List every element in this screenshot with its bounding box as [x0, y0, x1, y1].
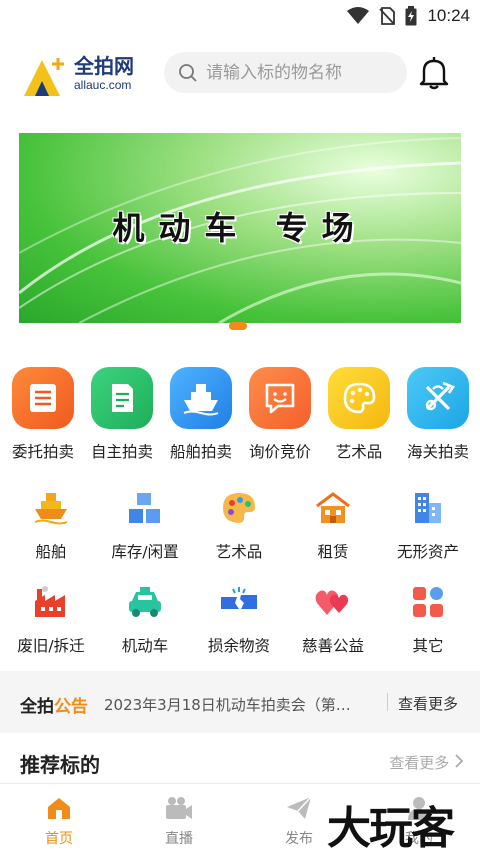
- category-self-auction[interactable]: 自主拍卖: [84, 367, 160, 462]
- tab-label: 首页: [45, 831, 73, 847]
- taxi-icon: [129, 587, 161, 617]
- palette-icon: [328, 367, 390, 429]
- bell-icon[interactable]: [418, 56, 450, 90]
- chat-smile-icon: [249, 367, 311, 429]
- customs-icon: [407, 367, 469, 429]
- banner-page-indicator: [229, 322, 247, 330]
- category-label: 损余物资: [207, 637, 270, 655]
- search-input[interactable]: [206, 52, 401, 93]
- category-damaged-goods[interactable]: 损余物资: [191, 582, 287, 656]
- boxes-icon: [129, 493, 160, 523]
- home-icon: [48, 798, 70, 819]
- recommended-section-title: 推荐标的: [20, 753, 100, 777]
- category-intangible-assets[interactable]: 无形资产: [380, 488, 476, 562]
- category-scrap-demolition[interactable]: 废旧/拆迁: [3, 582, 99, 656]
- send-icon: [287, 796, 312, 819]
- category-label: 委托拍卖: [11, 443, 74, 461]
- category-customs-auction[interactable]: 海关拍卖: [400, 367, 476, 462]
- chevron-right-icon: [455, 754, 464, 768]
- category-motor-vehicles[interactable]: 机动车: [97, 582, 193, 656]
- category-ship-auction[interactable]: 船舶拍卖: [163, 367, 239, 462]
- category-art[interactable]: 艺术品: [191, 488, 287, 562]
- category-charity[interactable]: 慈善公益: [285, 582, 381, 656]
- category-inquiry-bidding[interactable]: 询价竞价: [242, 367, 318, 462]
- category-label: 库存/闲置: [111, 543, 179, 561]
- broken-icon: [221, 587, 257, 609]
- palette-icon: [223, 493, 255, 523]
- recommended-more-link[interactable]: 查看更多: [389, 752, 464, 773]
- tab-home[interactable]: 首页: [19, 794, 99, 848]
- category-inventory-idle[interactable]: 库存/闲置: [97, 488, 193, 562]
- category-label: 船舶: [35, 543, 67, 561]
- status-bar: 10:24: [0, 0, 480, 34]
- ship-icon: [34, 493, 68, 525]
- house-icon: [316, 492, 350, 523]
- battery-icon: [405, 6, 417, 26]
- category-label: 海关拍卖: [406, 443, 469, 461]
- logo-domain: allauc.com: [74, 78, 132, 92]
- banner-title: 机动车 专场: [112, 209, 368, 247]
- hearts-icon: [315, 590, 349, 615]
- search-icon: [179, 64, 197, 82]
- category-label: 慈善公益: [301, 637, 364, 655]
- announcement-bar[interactable]: 全拍公告 2023年3月18日机动车拍卖会（第… 查看更多: [0, 671, 480, 733]
- announcement-brand-accent: 公告: [54, 697, 88, 717]
- document-icon: [91, 367, 153, 429]
- ship-icon: [170, 367, 232, 429]
- announcement-divider: [387, 693, 388, 711]
- category-lease[interactable]: 租赁: [285, 488, 381, 562]
- promo-banner[interactable]: 机动车 专场: [19, 133, 461, 323]
- document-list-icon: [12, 367, 74, 429]
- announcement-brand-main: 全拍: [20, 697, 54, 717]
- no-sim-icon: [379, 7, 396, 25]
- logo-mark-icon: [24, 58, 64, 96]
- watermark-text: 大玩客: [327, 803, 455, 853]
- category-label: 询价竞价: [248, 443, 311, 461]
- category-label: 机动车: [121, 637, 169, 655]
- announcement-text[interactable]: 2023年3月18日机动车拍卖会（第…: [104, 694, 376, 715]
- top-header: 全拍网 allauc.com: [0, 44, 480, 104]
- category-others[interactable]: 其它: [380, 582, 476, 656]
- category-label: 自主拍卖: [90, 443, 153, 461]
- category-entrusted-auction[interactable]: 委托拍卖: [5, 367, 81, 462]
- logo-chinese-name: 全拍网: [74, 54, 134, 78]
- wifi-icon: [347, 7, 370, 24]
- category-label: 船舶拍卖: [169, 443, 232, 461]
- video-icon: [166, 797, 192, 819]
- tab-live[interactable]: 直播: [139, 794, 219, 848]
- category-label: 其它: [412, 637, 444, 655]
- search-bar[interactable]: [164, 52, 407, 93]
- status-time: 10:24: [427, 6, 470, 25]
- recommended-more-label: 查看更多: [389, 754, 450, 772]
- category-label: 无形资产: [396, 543, 459, 561]
- app-logo[interactable]: 全拍网 allauc.com: [22, 50, 147, 98]
- buildings-icon: [415, 493, 441, 523]
- category-label: 艺术品: [335, 443, 383, 461]
- factory-icon: [35, 586, 65, 617]
- category-label: 废旧/拆迁: [17, 637, 85, 655]
- category-label: 艺术品: [215, 543, 263, 561]
- announcement-brand: 全拍公告: [20, 692, 88, 717]
- category-ships[interactable]: 船舶: [3, 488, 99, 562]
- category-label: 租赁: [317, 543, 349, 561]
- announcement-more-link[interactable]: 查看更多: [398, 693, 458, 714]
- tab-label: 直播: [165, 831, 193, 847]
- grid-icon: [413, 587, 443, 617]
- category-artwork[interactable]: 艺术品: [321, 367, 397, 462]
